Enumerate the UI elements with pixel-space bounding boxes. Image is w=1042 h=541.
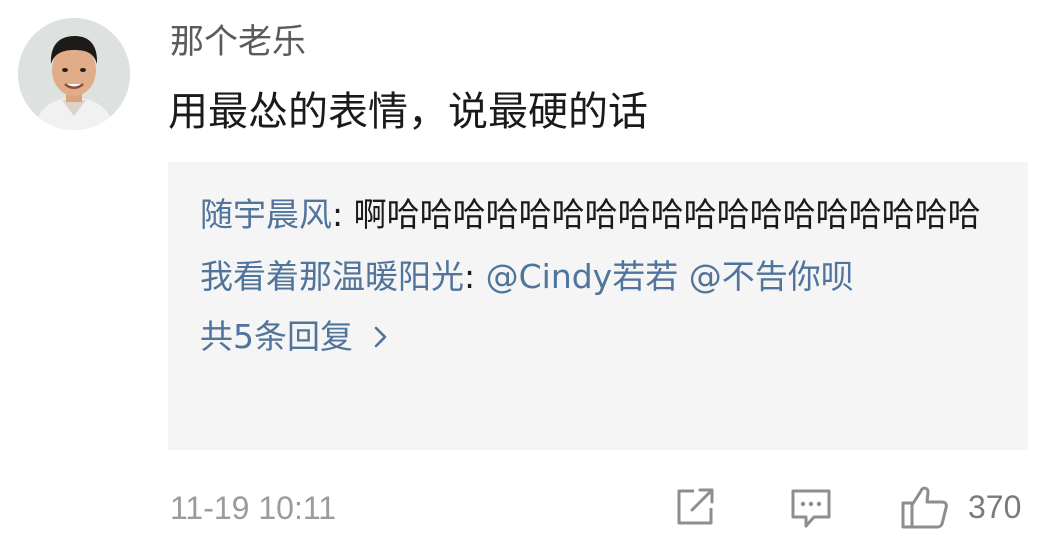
repost-button[interactable] bbox=[674, 486, 718, 532]
reply-preview-box[interactable]: 随宇晨风: 啊哈哈哈哈哈哈哈哈哈哈哈哈哈哈哈哈哈哈 我看着那温暖阳光: @Cin… bbox=[168, 162, 1028, 450]
timestamp: 11-19 10:11 bbox=[170, 490, 337, 526]
reply-username[interactable]: 随宇晨风 bbox=[200, 195, 332, 234]
reply-separator: : bbox=[464, 257, 486, 296]
username[interactable]: 那个老乐 bbox=[170, 20, 306, 64]
reply-username[interactable]: 我看着那温暖阳光 bbox=[200, 257, 464, 296]
comment-footer: 11-19 10:11 370 bbox=[168, 484, 1028, 532]
reply-item: 我看着那温暖阳光: @Cindy若若 @不告你呗 bbox=[200, 252, 998, 302]
avatar-image bbox=[18, 18, 130, 130]
like-count: 370 bbox=[968, 489, 1022, 525]
avatar[interactable] bbox=[18, 18, 130, 130]
reply-separator: : bbox=[332, 195, 354, 234]
repost-icon bbox=[677, 488, 714, 525]
reply-text: 啊哈哈哈哈哈哈哈哈哈哈哈哈哈哈哈哈哈哈 bbox=[353, 195, 981, 234]
chevron-right-icon bbox=[374, 326, 387, 348]
comment-text: 用最怂的表情，说最硬的话 bbox=[168, 89, 648, 135]
like-button[interactable]: 370 bbox=[900, 484, 1021, 530]
mention-link[interactable]: @不告你呗 bbox=[689, 257, 854, 296]
more-replies-label: 共5条回复 bbox=[200, 317, 353, 356]
reply-item: 随宇晨风: 啊哈哈哈哈哈哈哈哈哈哈哈哈哈哈哈哈哈哈 bbox=[200, 190, 998, 240]
comment-icon bbox=[791, 489, 831, 528]
comment-button[interactable] bbox=[788, 486, 834, 534]
mention-link[interactable]: @Cindy若若 bbox=[486, 257, 679, 296]
thumbs-up-icon bbox=[901, 486, 948, 529]
more-replies-link[interactable]: 共5条回复 bbox=[200, 312, 389, 362]
